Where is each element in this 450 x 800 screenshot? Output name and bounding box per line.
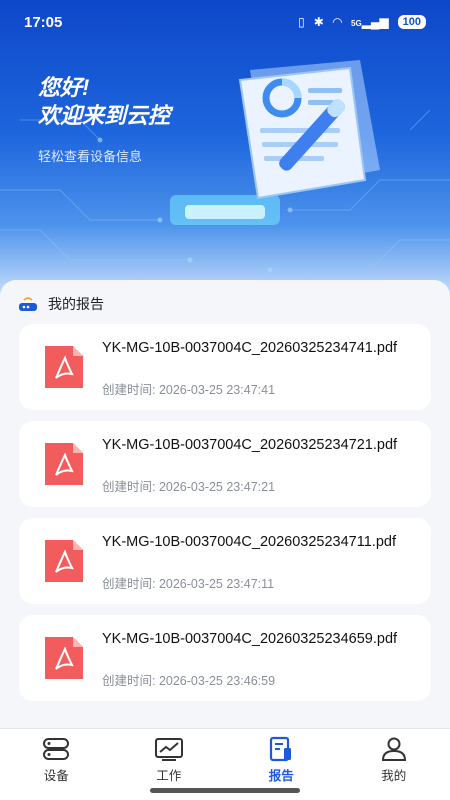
report-icon: [270, 736, 292, 762]
report-card[interactable]: YK-MG-10B-0037004C_20260325234721.pdf 创建…: [19, 421, 431, 507]
header-subtitle: 轻松查看设备信息: [38, 149, 143, 164]
report-created-time: 创建时间: 2026-03-25 23:46:59: [102, 674, 276, 688]
vibrate-icon: ▯: [298, 15, 305, 29]
device-icon: [43, 738, 70, 760]
signal-label: 5G: [351, 19, 362, 28]
pdf-icon: [45, 637, 83, 679]
greeting-line-2: 欢迎来到云控: [38, 103, 171, 128]
status-bar: 17:05 ▯ ✱ ◠ 5G▂▄▆ 100: [0, 0, 450, 44]
report-created-time: 创建时间: 2026-03-25 23:47:21: [102, 480, 276, 494]
battery-indicator: 100: [397, 15, 426, 29]
tab-label: 工作: [156, 769, 182, 783]
status-time: 17:05: [24, 13, 63, 31]
bluetooth-icon: ✱: [313, 15, 324, 29]
report-card[interactable]: YK-MG-10B-0037004C_20260325234711.pdf 创建…: [19, 518, 431, 604]
section-header: 我的报告: [18, 294, 104, 314]
pdf-icon: [45, 443, 83, 485]
report-card[interactable]: YK-MG-10B-0037004C_20260325234659.pdf 创建…: [19, 615, 431, 701]
content-panel: 我的报告 YK-MG-10B-0037004C_20260325234741.p…: [0, 280, 450, 730]
pdf-icon: [45, 540, 83, 582]
wifi-icon: ◠: [332, 15, 342, 29]
report-card[interactable]: YK-MG-10B-0037004C_20260325234741.pdf 创建…: [19, 324, 431, 410]
report-file-name: YK-MG-10B-0037004C_20260325234741.pdf: [102, 340, 398, 356]
tab-label: 我的: [381, 769, 407, 783]
report-file-name: YK-MG-10B-0037004C_20260325234721.pdf: [102, 437, 398, 453]
report-file-name: YK-MG-10B-0037004C_20260325234659.pdf: [102, 631, 398, 647]
report-list: YK-MG-10B-0037004C_20260325234741.pdf 创建…: [19, 324, 431, 712]
router-icon: [19, 297, 37, 311]
tab-device[interactable]: 设备: [0, 729, 113, 800]
tab-mine[interactable]: 我的: [338, 729, 450, 800]
report-created-time: 创建时间: 2026-03-25 23:47:41: [102, 383, 276, 397]
pdf-icon: [45, 346, 83, 388]
report-illustration: [238, 60, 380, 200]
section-title: 我的报告: [48, 296, 104, 312]
chart-icon: [154, 738, 183, 761]
greeting: 您好! 欢迎来到云控: [38, 74, 170, 130]
tab-label: 设备: [43, 769, 69, 783]
home-indicator[interactable]: [150, 788, 300, 793]
signal-icon: 5G▂▄▆: [351, 15, 389, 29]
user-icon: [381, 737, 406, 761]
report-created-time: 创建时间: 2026-03-25 23:47:11: [102, 577, 275, 591]
status-icons: ▯ ✱ ◠ 5G▂▄▆ 100: [298, 15, 426, 29]
tab-label: 报告: [268, 769, 294, 783]
report-file-name: YK-MG-10B-0037004C_20260325234711.pdf: [102, 534, 396, 550]
header-banner: 17:05 ▯ ✱ ◠ 5G▂▄▆ 100 您好! 欢迎来到云控 轻松查看设备信…: [0, 0, 450, 300]
greeting-line-1: 您好!: [38, 75, 90, 100]
